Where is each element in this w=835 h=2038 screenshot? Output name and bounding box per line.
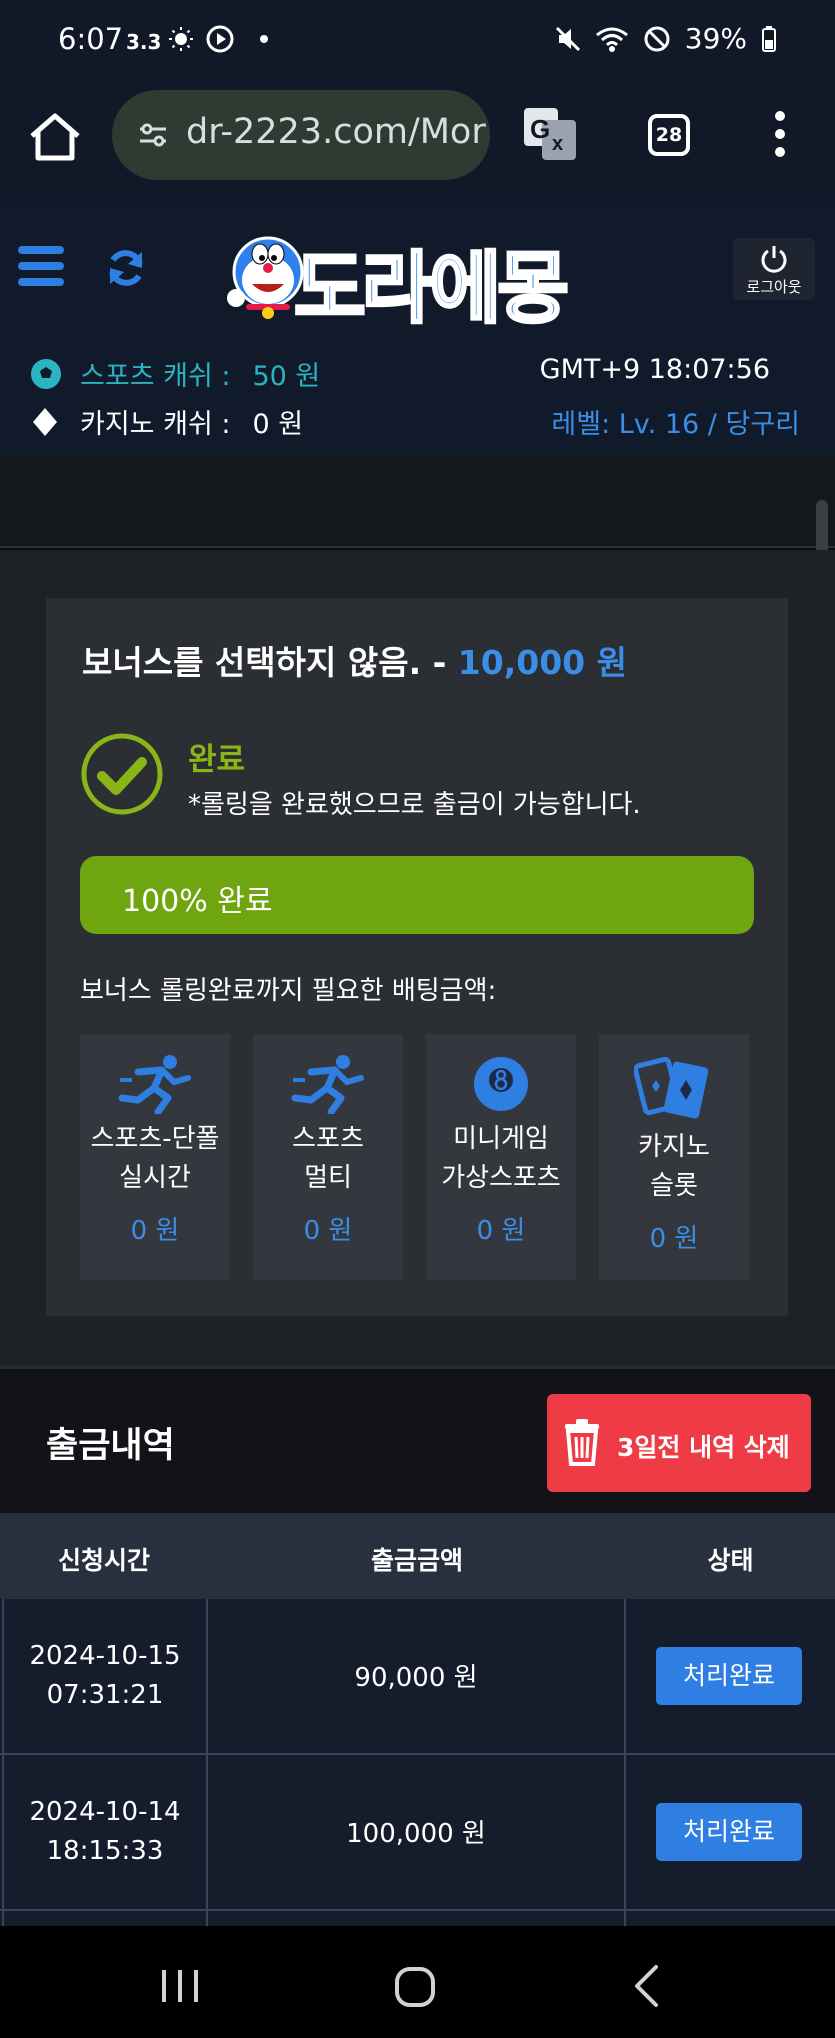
status-badge[interactable]: 처리완료: [656, 1647, 802, 1705]
user-level[interactable]: 레벨: Lv. 16 / 당구리: [551, 402, 800, 441]
8-ball-icon: [474, 1057, 528, 1111]
bonus-section: 보너스를 선택하지 않음. - 10,000 원 완료 *롤링을 완료했으므로 …: [0, 550, 835, 1365]
site-logo[interactable]: 도라에몽: [226, 218, 610, 336]
delete-button-label: 3일전 내역 삭제: [617, 1433, 790, 1462]
casino-cash: 카지노 캐쉬 : 0 원: [30, 402, 303, 441]
category-line2: 가상스포츠: [441, 1163, 561, 1193]
play-icon: [206, 25, 234, 53]
diamond-icon: [33, 407, 57, 436]
spacer-band: [0, 456, 835, 548]
row-date: 2024-10-14: [29, 1797, 181, 1827]
rolling-status-label: 완료: [188, 742, 246, 778]
browser-toolbar: dr-2223.com/Mor Gx 28: [0, 86, 835, 288]
url-text: dr-2223.com/Mor: [186, 112, 486, 152]
status-time: 6:07: [58, 22, 124, 56]
bet-category-casino: 카지노슬롯 0 원: [599, 1034, 749, 1280]
sports-cash-label: 스포츠 캐쉬 :: [80, 361, 231, 392]
col-request-time: 신청시간: [57, 1546, 150, 1575]
table-row: 2024-10-14 18:15:33 100,000 원 처리완료: [0, 1755, 835, 1911]
page: 6:07 3.3 39% dr-2223.com/Mor Gx 28 도라에몽 …: [0, 0, 835, 2038]
server-clock: GMT+9 18:07:56: [539, 354, 770, 385]
site-settings-icon[interactable]: [138, 120, 168, 150]
rolling-progress-bar: 100% 완료: [80, 856, 754, 934]
refresh-icon[interactable]: [104, 246, 148, 290]
home-icon[interactable]: [26, 108, 84, 166]
category-line1: 스포츠-단폴: [90, 1124, 220, 1154]
rolling-status-desc: *롤링을 완료했으므로 출금이 가능합니다.: [188, 790, 641, 820]
power-icon: [761, 246, 787, 273]
delete-old-history-button[interactable]: 3일전 내역 삭제: [547, 1394, 811, 1492]
history-table-header: 신청시간 출금금액 상태: [0, 1513, 835, 1599]
category-value: 0 원: [130, 1216, 180, 1246]
translate-icon[interactable]: Gx: [522, 106, 578, 162]
bonus-card: 보너스를 선택하지 않음. - 10,000 원 완료 *롤링을 완료했으므로 …: [46, 598, 788, 1316]
trash-icon: [565, 1419, 599, 1466]
running-icon: [291, 1055, 364, 1114]
category-line1: 미니게임: [453, 1124, 549, 1154]
tab-switcher-button[interactable]: 28: [648, 114, 690, 156]
bet-category-sports-single: 스포츠-단폴실시간 0 원: [80, 1034, 230, 1280]
back-icon[interactable]: [632, 1964, 660, 2008]
address-bar[interactable]: dr-2223.com/Mor: [112, 90, 490, 180]
table-row: 2024-10-15 07:31:21 90,000 원 처리완료: [0, 1599, 835, 1755]
soccer-ball-icon: [31, 358, 61, 389]
bet-category-minigame: 미니게임가상스포츠 0 원: [426, 1034, 576, 1280]
col-status: 상태: [707, 1546, 754, 1575]
battery-percent: 39%: [684, 22, 747, 55]
dot-icon: [260, 35, 268, 43]
block-icon: [644, 26, 670, 51]
recents-icon[interactable]: [160, 1968, 200, 2004]
home-nav-icon[interactable]: [394, 1966, 436, 2008]
battery-icon: [762, 25, 776, 52]
sports-cash-value: 50 원: [252, 361, 321, 392]
category-line1: 카지노: [638, 1132, 710, 1162]
hamburger-menu-icon[interactable]: [18, 244, 64, 288]
col-amount: 출금금액: [370, 1546, 463, 1575]
withdrawal-history-header: 출금내역 3일전 내역 삭제: [0, 1365, 835, 1513]
wifi-icon: [595, 27, 628, 52]
check-circle-icon: [81, 733, 163, 815]
status-extra: 3.3: [126, 30, 162, 54]
casino-cash-label: 카지노 캐쉬 :: [80, 409, 231, 440]
mute-icon: [555, 26, 580, 51]
status-bar: 6:07 3.3 39%: [0, 0, 835, 86]
category-line1: 스포츠: [292, 1124, 364, 1154]
category-line2: 슬롯: [650, 1171, 698, 1201]
progress-label: 100% 완료: [122, 884, 273, 919]
running-icon: [118, 1055, 191, 1114]
more-menu-icon[interactable]: [770, 106, 790, 162]
cards-icon: [634, 1056, 709, 1119]
logout-label: 로그아웃: [746, 278, 802, 296]
row-time: 18:15:33: [46, 1836, 164, 1866]
row-time: 07:31:21: [46, 1680, 164, 1710]
status-badge[interactable]: 처리완료: [656, 1803, 802, 1861]
svg-text:x: x: [552, 133, 563, 155]
row-amount: 90,000 원: [208, 1599, 626, 1753]
system-nav-bar: [0, 1926, 835, 2038]
category-value: 0 원: [476, 1216, 526, 1246]
bet-category-sports-multi: 스포츠멀티 0 원: [253, 1034, 403, 1280]
bonus-title: 보너스를 선택하지 않음. - 10,000 원: [82, 636, 627, 684]
brightness-icon: [169, 27, 193, 51]
sports-cash: 스포츠 캐쉬 : 50 원: [30, 354, 320, 393]
bonus-title-text: 보너스를 선택하지 않음. -: [82, 643, 458, 682]
casino-cash-value: 0 원: [252, 409, 304, 440]
required-bet-label: 보너스 롤링완료까지 필요한 배팅금액:: [80, 976, 497, 1006]
row-amount: 100,000 원: [208, 1755, 626, 1909]
category-value: 0 원: [649, 1224, 699, 1254]
logo-text: 도라에몽: [292, 243, 570, 336]
category-line2: 멀티: [304, 1163, 352, 1193]
site-header: 도라에몽 로그아웃 스포츠 캐쉬 : 50 원 카지노 캐쉬 : 0 원 GMT…: [0, 202, 835, 456]
logout-button[interactable]: 로그아웃: [733, 238, 815, 300]
withdrawal-history-title: 출금내역: [46, 1426, 175, 1466]
row-date: 2024-10-15: [29, 1641, 181, 1671]
bonus-amount: 10,000 원: [457, 643, 627, 682]
svg-text:G: G: [530, 114, 550, 144]
category-line2: 실시간: [119, 1163, 191, 1193]
category-value: 0 원: [303, 1216, 353, 1246]
